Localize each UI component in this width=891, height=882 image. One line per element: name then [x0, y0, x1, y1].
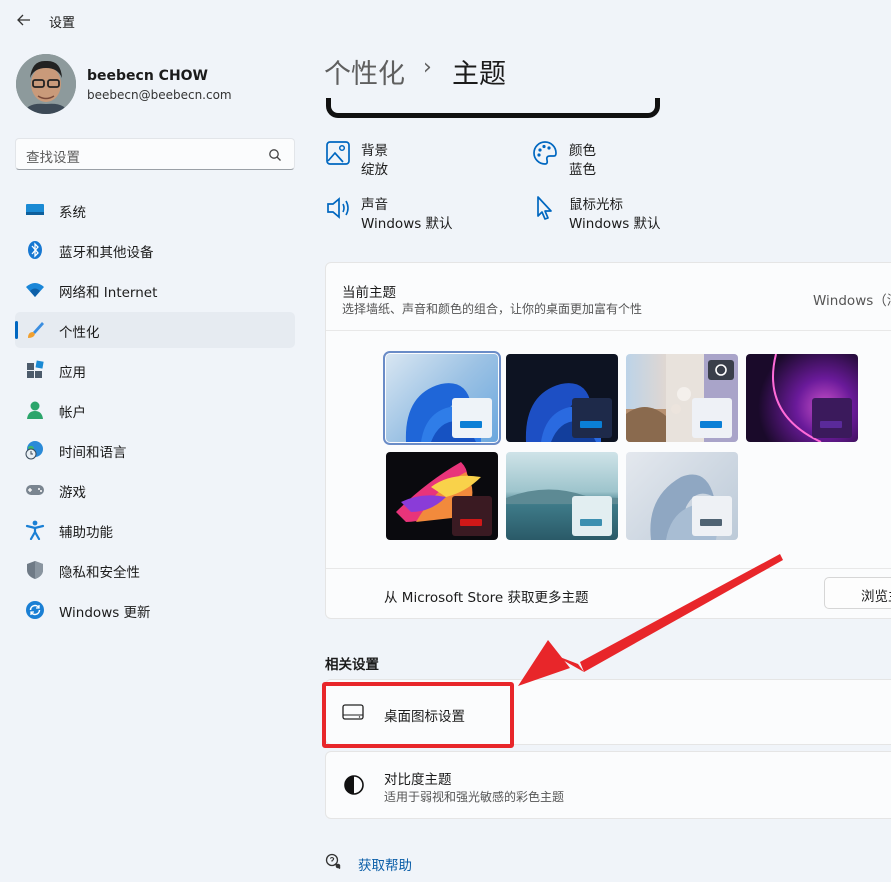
back-arrow-icon[interactable] [14, 10, 34, 30]
user-email: beebecn@beebecn.com [87, 88, 232, 102]
current-theme-description: 选择墙纸、声音和颜色的组合，让你的桌面更加富有个性 [342, 302, 643, 316]
account-icon [27, 401, 43, 419]
annotation-arrow [518, 554, 783, 686]
theme-tile-captured-motion[interactable] [386, 452, 498, 540]
nav-label: 隐私和安全性 [59, 565, 140, 581]
search-icon[interactable] [268, 148, 282, 162]
app-title: 设置 [49, 16, 76, 31]
breadcrumb-parent[interactable]: 个性化 [324, 52, 405, 91]
speaker-icon [327, 197, 349, 219]
nav-item-privacy[interactable]: 隐私和安全性 [15, 552, 295, 588]
accent-bar [580, 421, 602, 428]
contrast-icon [344, 775, 364, 795]
help-icon [325, 853, 341, 870]
window-preview [812, 398, 852, 438]
wifi-icon [26, 283, 44, 297]
update-icon [26, 601, 44, 619]
get-help-link[interactable]: 获取帮助 [358, 854, 412, 874]
selection-indicator [15, 321, 18, 339]
background-title[interactable]: 背景 [361, 139, 388, 159]
palette-icon [533, 141, 557, 165]
breadcrumb-separator: › [423, 55, 432, 80]
page-title: 主题 [452, 59, 506, 90]
nav-label: 个性化 [59, 325, 100, 341]
theme-preview [326, 98, 660, 118]
bluetooth-icon [28, 241, 42, 259]
theme-tile-glow[interactable] [746, 354, 858, 442]
user-name: beebecn CHOW [87, 68, 209, 84]
theme-tile-spotlight[interactable] [626, 354, 738, 442]
avatar[interactable] [16, 54, 76, 114]
theme-tile-sunrise[interactable] [506, 452, 618, 540]
color-value: 蓝色 [569, 162, 596, 178]
window-preview [692, 496, 732, 536]
nav-label: 系统 [59, 205, 86, 221]
theme-tile-flow[interactable] [626, 452, 738, 540]
browse-themes-button[interactable]: 浏览主 [824, 577, 891, 609]
accent-bar [700, 421, 722, 428]
nav-item-gaming[interactable]: 游戏 [15, 472, 295, 508]
accessibility-icon [25, 520, 45, 540]
apps-icon [27, 360, 44, 378]
nav-item-apps[interactable]: 应用 [15, 352, 295, 388]
contrast-themes-description: 适用于弱视和强光敏感的彩色主题 [384, 790, 565, 804]
nav-label: 蓝牙和其他设备 [59, 245, 154, 261]
related-settings-heading: 相关设置 [325, 657, 379, 673]
annotation-highlight-box [322, 682, 514, 748]
color-title[interactable]: 颜色 [569, 139, 596, 159]
sound-title[interactable]: 声音 [361, 193, 388, 213]
accent-bar [820, 421, 842, 428]
cursor-value: Windows 默认 [569, 216, 661, 232]
accent-bar [700, 519, 722, 526]
nav-item-accounts[interactable]: 帐户 [15, 392, 295, 428]
nav-label: 辅助功能 [59, 525, 113, 541]
window-preview [572, 398, 612, 438]
accent-bar [580, 519, 602, 526]
search-placeholder: 查找设置 [26, 150, 80, 166]
background-value: 绽放 [361, 162, 388, 178]
brush-icon [28, 322, 44, 338]
cursor-icon [537, 196, 552, 220]
sound-value: Windows 默认 [361, 216, 453, 232]
contrast-themes-title: 对比度主题 [384, 772, 452, 788]
theme-tile-windows-light[interactable] [383, 351, 501, 445]
nav-label: 帐户 [59, 405, 86, 421]
accent-bar [460, 519, 482, 526]
nav-label: Windows 更新 [59, 605, 151, 621]
picture-icon [326, 141, 350, 165]
nav-item-time-language[interactable]: 时间和语言 [15, 432, 295, 468]
nav-item-accessibility[interactable]: 辅助功能 [15, 512, 295, 548]
globe-clock-icon [25, 441, 43, 460]
nav-label: 网络和 Internet [59, 285, 158, 301]
system-icon [26, 204, 44, 215]
nav-item-windows-update[interactable]: Windows 更新 [15, 592, 295, 628]
window-preview [692, 398, 732, 438]
browse-themes-label: 浏览主 [861, 589, 891, 605]
nav-item-bluetooth[interactable]: 蓝牙和其他设备 [15, 232, 295, 268]
shield-icon [27, 561, 43, 579]
search-input[interactable]: 查找设置 [15, 138, 295, 170]
window-preview [452, 496, 492, 536]
accent-bar [460, 421, 482, 428]
gamepad-icon [26, 485, 44, 495]
nav-label: 游戏 [59, 485, 86, 501]
current-theme-title: 当前主题 [342, 285, 396, 301]
nav-label: 应用 [59, 365, 86, 381]
current-theme-value[interactable]: Windows（浅 [813, 289, 891, 309]
window-preview [452, 398, 492, 438]
window-preview [572, 496, 612, 536]
nav-item-network[interactable]: 网络和 Internet [15, 272, 295, 308]
theme-tile-windows-dark[interactable] [506, 354, 618, 442]
nav-item-personalization[interactable]: 个性化 [15, 312, 295, 348]
cursor-title[interactable]: 鼠标光标 [569, 193, 623, 213]
divider [326, 330, 891, 331]
nav-item-system[interactable]: 系统 [15, 192, 295, 228]
nav-label: 时间和语言 [59, 445, 127, 461]
